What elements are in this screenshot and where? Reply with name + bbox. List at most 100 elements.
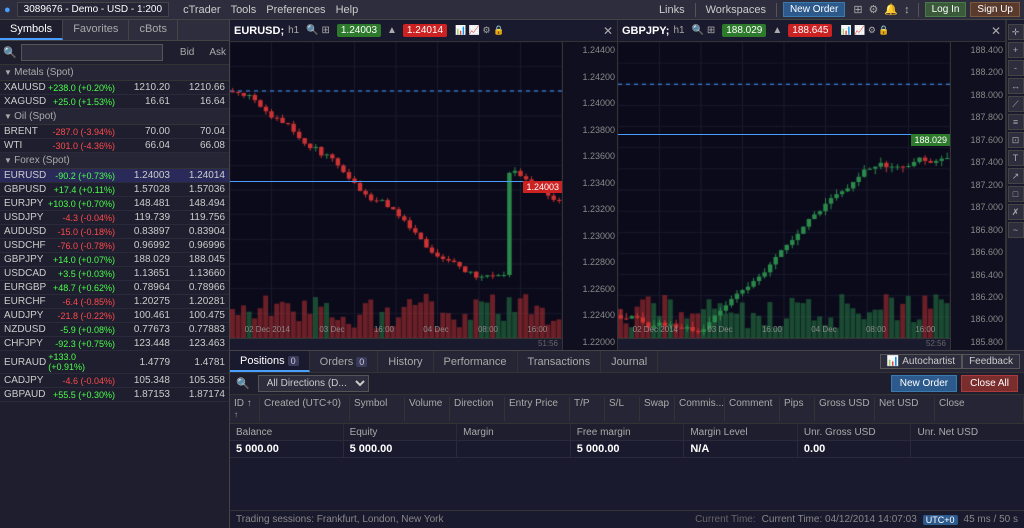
icon-settings[interactable]: ⚙ — [869, 3, 879, 16]
eurusd-bid-badge: 1.24003 — [337, 24, 381, 37]
eurusd-chart-close-btn[interactable]: ✕ — [603, 24, 613, 38]
symbol-usdchf[interactable]: USDCHF -76.0 (-0.78%) 0.96992 0.96996 — [0, 239, 229, 253]
top-menu-bar: ● 3089676 - Demo - USD - 1:200 cTrader T… — [0, 0, 1024, 20]
sidebar-icon-rect[interactable]: □ — [1008, 186, 1024, 202]
th-swap: Swap — [640, 397, 675, 421]
icon-chart[interactable]: ⊞ — [853, 3, 862, 16]
symbol-audusd[interactable]: AUDUSD -15.0 (-0.18%) 0.83897 0.83904 — [0, 225, 229, 239]
icon-notifications[interactable]: 🔔 — [884, 3, 898, 16]
eurusd-ask-badge: 1.24014 — [403, 24, 447, 37]
th-net-usd: Net USD — [875, 397, 935, 421]
tab-cbots[interactable]: cBots — [129, 20, 178, 40]
symbol-gbpaud[interactable]: GBPAUD +55.5 (+0.30%) 1.87153 1.87174 — [0, 388, 229, 402]
eurusd-chart-body[interactable]: 1.24400 1.24200 1.24000 1.23800 1.23600 … — [230, 42, 617, 350]
th-id[interactable]: ID ↑ — [230, 397, 260, 421]
menu-help[interactable]: Help — [332, 4, 363, 16]
gbpjpy-chart-body[interactable]: 188.400 188.200 188.000 187.800 187.600 … — [618, 42, 1005, 350]
current-time-value: Current Time: 04/12/2014 14:07:03 — [762, 514, 917, 525]
th-created: Created (UTC+0) — [260, 397, 350, 421]
sidebar-icon-delete[interactable]: ✗ — [1008, 204, 1024, 220]
symbol-panel-tabs: Symbols Favorites cBots — [0, 20, 229, 41]
symbol-wti[interactable]: WTI -301.0 (-4.36%) 66.04 66.08 — [0, 139, 229, 153]
symbol-gbpjpy[interactable]: GBPJPY +14.0 (+0.07%) 188.029 188.045 — [0, 253, 229, 267]
icon-arrows[interactable]: ↕ — [904, 4, 910, 16]
symbol-chfjpy[interactable]: CHFJPY -92.3 (+0.75%) 123.448 123.463 — [0, 337, 229, 351]
autochartist-btn[interactable]: 📊 Autochartist — [880, 354, 962, 369]
trading-panel: Positions 0 Orders 0 History Performance… — [230, 350, 1024, 510]
symbol-brent[interactable]: BRENT -287.0 (-3.94%) 70.00 70.04 — [0, 125, 229, 139]
workspaces-btn[interactable]: Workspaces — [702, 4, 770, 16]
group-oil[interactable]: Oil (Spot) — [0, 109, 229, 125]
status-right: Current Time: Current Time: 04/12/2014 1… — [695, 514, 1018, 525]
symbol-euraud[interactable]: EURAUD +133.0 (+0.91%) 1.4779 1.4781 — [0, 351, 229, 374]
sidebar-icon-line[interactable]: ⟋ — [1008, 96, 1024, 112]
symbol-nzdusd[interactable]: NZDUSD -5.9 (+0.08%) 0.77673 0.77883 — [0, 323, 229, 337]
sidebar-icon-zoom-out[interactable]: - — [1008, 60, 1024, 76]
tab-history[interactable]: History — [378, 351, 433, 372]
separator-2 — [776, 3, 777, 17]
tab-transactions[interactable]: Transactions — [518, 351, 602, 372]
direction-filter[interactable]: All Directions (D... — [258, 375, 369, 392]
symbol-xagusd[interactable]: XAGUSD +25.0 (+1.53%) 16.61 16.64 — [0, 95, 229, 109]
sidebar-icon-crosshair[interactable]: ✛ — [1008, 24, 1024, 40]
symbol-xauusd[interactable]: XAUUSD +238.0 (+0.20%) 1210.20 1210.66 — [0, 81, 229, 95]
sidebar-icon-channel[interactable]: ≡ — [1008, 114, 1024, 130]
sidebar-icon-arrow[interactable]: ↗ — [1008, 168, 1024, 184]
unr-gross-label-cell: Unr. Gross USD — [798, 424, 912, 440]
symbol-gbpusd[interactable]: GBPUSD +17.4 (+0.11%) 1.57028 1.57036 — [0, 183, 229, 197]
signup-btn[interactable]: Sign Up — [970, 2, 1020, 17]
symbol-cadjpy[interactable]: CADJPY -4.6 (-0.04%) 105.348 105.358 — [0, 374, 229, 388]
login-btn[interactable]: Log In — [925, 2, 967, 17]
symbol-eurjpy[interactable]: EURJPY +103.0 (+0.70%) 148.481 148.494 — [0, 197, 229, 211]
menu-ctrader[interactable]: cTrader — [179, 4, 225, 16]
eurusd-scrollbar[interactable]: 51:56 — [230, 338, 562, 350]
symbol-usdcad[interactable]: USDCAD +3.5 (+0.03%) 1.13651 1.13660 — [0, 267, 229, 281]
new-order-btn[interactable]: New Order — [891, 375, 957, 392]
menu-preferences[interactable]: Preferences — [262, 4, 329, 16]
tab-favorites[interactable]: Favorites — [63, 20, 129, 40]
sidebar-icon-text[interactable]: T — [1008, 150, 1024, 166]
feedback-btn[interactable]: Feedback — [962, 354, 1020, 369]
gbpjpy-chart-panel: GBPJPY; h1 🔍 ⊞ 188.029 ▲ 188.645 📊 📈 ⚙ 🔒… — [618, 20, 1006, 350]
group-metals[interactable]: Metals (Spot) — [0, 65, 229, 81]
gbpjpy-chart-close-btn[interactable]: ✕ — [991, 24, 1001, 38]
tab-symbols[interactable]: Symbols — [0, 20, 63, 40]
trading-controls: 🔍 All Directions (D... New Order Close A… — [230, 373, 1024, 395]
tab-orders[interactable]: Orders 0 — [310, 351, 379, 372]
positions-table-header: ID ↑ Created (UTC+0) Symbol Volume Direc… — [230, 395, 1024, 424]
separator-1 — [695, 3, 696, 17]
app-logo: ● — [4, 4, 11, 16]
eurusd-price-scale: 1.24400 1.24200 1.24000 1.23800 1.23600 … — [562, 42, 617, 350]
search-input[interactable] — [21, 44, 163, 61]
sidebar-icon-scroll[interactable]: ↔ — [1008, 78, 1024, 94]
symbol-audjpy[interactable]: AUDJPY -21.8 (-0.22%) 100.461 100.475 — [0, 309, 229, 323]
gbpjpy-price-label: 188.029 — [911, 134, 950, 146]
symbol-eurgbp[interactable]: EURGBP +48.7 (+0.62%) 0.78964 0.78966 — [0, 281, 229, 295]
symbol-usdjpy[interactable]: USDJPY -4.3 (-0.04%) 119.739 119.756 — [0, 211, 229, 225]
sidebar-icon-fib[interactable]: ⊡ — [1008, 132, 1024, 148]
tab-performance[interactable]: Performance — [434, 351, 518, 372]
links-btn[interactable]: Links — [655, 4, 689, 16]
th-pips: Pips — [780, 397, 815, 421]
eurusd-chart-icon-bar: 📊 📈 ⚙ 🔒 — [455, 25, 504, 36]
gbpjpy-chart-canvas — [618, 42, 950, 338]
new-order-top-btn[interactable]: New Order — [783, 2, 845, 17]
menu-tools[interactable]: Tools — [227, 4, 261, 16]
latency: 45 ms / 50 s — [964, 514, 1018, 525]
group-forex[interactable]: Forex (Spot) — [0, 153, 229, 169]
trading-actions: New Order Close All — [891, 375, 1018, 392]
sidebar-icon-zoom-in[interactable]: + — [1008, 42, 1024, 58]
unr-net-label-cell: Unr. Net USD — [911, 424, 1024, 440]
gbpjpy-price-scale: 188.400 188.200 188.000 187.800 187.600 … — [950, 42, 1005, 350]
symbol-eurchf[interactable]: EURCHF -6.4 (-0.85%) 1.20275 1.20281 — [0, 295, 229, 309]
close-all-btn[interactable]: Close All — [961, 375, 1018, 392]
gbpjpy-scrollbar[interactable]: 52:56 — [618, 338, 950, 350]
current-time-label: Current Time: — [695, 514, 756, 525]
tab-positions[interactable]: Positions 0 — [230, 351, 310, 372]
symbol-eurusd[interactable]: EURUSD -90.2 (+0.73%) 1.24003 1.24014 — [0, 169, 229, 183]
balance-value-cell: 5 000.00 — [230, 441, 344, 457]
gbpjpy-chart-icon-bar: 📊 📈 ⚙ 🔒 — [840, 25, 889, 36]
tab-journal[interactable]: Journal — [601, 351, 658, 372]
sidebar-icon-indicator[interactable]: ~ — [1008, 222, 1024, 238]
equity-label-cell: Equity — [344, 424, 458, 440]
